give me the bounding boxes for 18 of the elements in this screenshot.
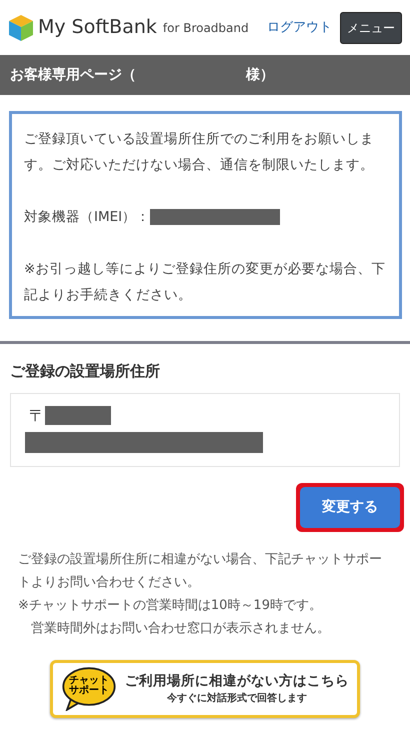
- menu-button[interactable]: メニュー: [340, 12, 402, 44]
- info-text: 営業時間外はお問い合わせ窓口が表示されません。: [30, 620, 331, 638]
- redacted-block: [45, 406, 111, 425]
- page-title: お客様専用ページ（: [10, 66, 136, 84]
- logout-link[interactable]: ログアウト: [267, 18, 332, 38]
- chat-support-button[interactable]: チャット サポート ご利用場所に相違がない方はこちら 今すぐに対話形式で回答します: [50, 660, 360, 718]
- info-text: ※チャットサポートの営業時間は10時～19時です。: [18, 596, 323, 614]
- brand-subtitle: for Broadband: [162, 20, 249, 36]
- notice-text: ※お引っ越し等によりご登録住所の変更が必要な場合、下記よりお手続きください。: [24, 260, 386, 305]
- imei-label: 対象機器（IMEI）：: [24, 208, 150, 227]
- brand-name: My SoftBank: [38, 15, 157, 40]
- notice-text: ご登録頂いている設置場所住所でのご利用をお願いします。ご対応いただけない場合、通信を制限いたします。: [24, 130, 375, 175]
- change-button[interactable]: 変更する: [300, 486, 400, 528]
- section-heading: ご登録の設置場所住所: [9, 361, 161, 382]
- page-title-suffix: 様）: [246, 66, 274, 84]
- info-text: ご登録の設置場所住所に相違がない場合、下記チャットサポートよりお問い合わせください。: [18, 550, 383, 592]
- cube-logo-icon: [8, 14, 34, 42]
- postal-mark: 〒: [29, 404, 45, 426]
